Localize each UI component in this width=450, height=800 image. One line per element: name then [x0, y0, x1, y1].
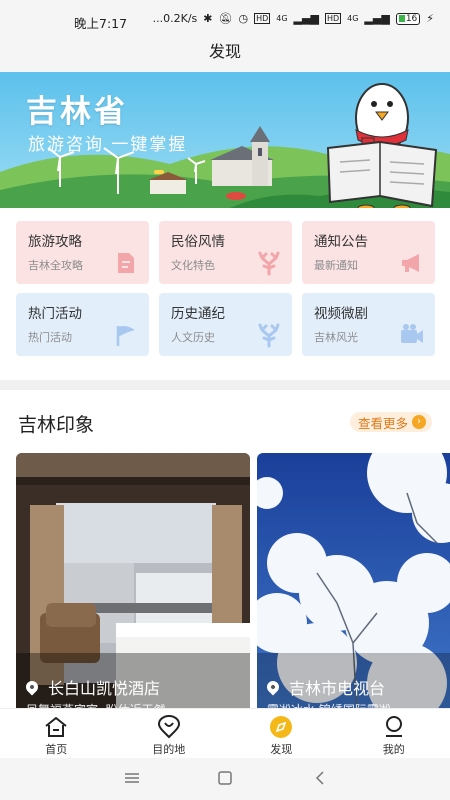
tab-destination[interactable]: 目的地	[113, 709, 226, 758]
impression-card-hotel[interactable]: 长白山凯悦酒店 凤舞福燕宾室, 盼休近天然	[16, 453, 250, 713]
banner-subtitle: 旅游咨询 一键掌握	[28, 135, 188, 155]
document-icon	[118, 253, 134, 273]
signal-bars-icon: ▂▄▆	[293, 12, 319, 25]
signal-bars-icon: ▂▄▆	[364, 12, 390, 25]
rime-frost-photo	[257, 453, 450, 713]
category-title: 热门活动	[28, 306, 82, 322]
tab-label: 我的	[382, 743, 405, 756]
megaphone-icon	[402, 254, 419, 272]
status-icons: ...0.2K/s ✱ 🔕︎ ◷ HD 4G ▂▄▆ HD 4G ▂▄▆ 16 …	[153, 12, 434, 25]
bottom-tab-bar: 首页 目的地 发现 我的	[0, 708, 450, 758]
tab-label: 首页	[45, 743, 68, 756]
impression-name: 长白山凯悦酒店	[23, 675, 160, 699]
hd-badge-2: HD	[324, 13, 342, 24]
impression-name: 吉林市电视台	[264, 675, 385, 699]
category-card-history[interactable]: 历史通纪 人文历史	[159, 293, 292, 356]
category-card-folk-customs[interactable]: 民俗风情 文化特色	[159, 221, 292, 284]
see-more-button[interactable]: 查看更多 ›	[349, 412, 432, 432]
location-pin-icon	[23, 678, 41, 696]
location-icon	[157, 715, 180, 739]
menu-icon[interactable]	[122, 770, 142, 786]
signal-4g-2: 4G	[347, 14, 359, 23]
network-speed: ...0.2K/s	[152, 12, 198, 25]
video-camera-icon	[401, 324, 423, 343]
category-card-notices[interactable]: 通知公告 最新通知	[302, 221, 435, 284]
compass-icon	[270, 716, 293, 738]
alarm-icon: ◷	[238, 12, 249, 25]
see-more-label: 查看更多	[357, 415, 408, 431]
charging-icon: ⚡︎	[426, 12, 434, 25]
battery-icon: 16	[395, 12, 421, 25]
flag-icon	[116, 326, 135, 346]
antler-icon	[258, 251, 280, 276]
profile-icon	[385, 716, 402, 737]
status-time: 晚上7:17	[74, 16, 128, 31]
tab-label: 目的地	[152, 743, 186, 756]
bluetooth-icon: ✱	[203, 12, 213, 25]
section-divider	[0, 380, 450, 390]
category-title: 通知公告	[314, 234, 368, 250]
tab-home[interactable]: 首页	[0, 709, 113, 758]
signal-4g-1: 4G	[276, 14, 288, 23]
antler-icon	[258, 323, 280, 348]
tab-profile[interactable]: 我的	[338, 709, 450, 758]
section-title: 吉林印象	[18, 414, 95, 436]
location-pin-icon	[264, 678, 282, 696]
category-title: 民俗风情	[171, 234, 225, 250]
banner[interactable]: 吉林省 旅游咨询 一键掌握	[0, 72, 450, 208]
category-card-video[interactable]: 视频微剧 吉林风光	[302, 293, 435, 356]
system-nav-bar	[0, 758, 450, 800]
chevron-right-icon: ›	[412, 415, 426, 429]
back-icon[interactable]	[310, 770, 330, 786]
hd-badge-1: HD	[254, 13, 271, 24]
home-icon	[45, 717, 67, 737]
impression-card-tv-station[interactable]: 吉林市电视台 雾凇冰水·锦绣国际雾凇	[257, 453, 450, 713]
category-title: 视频微剧	[314, 306, 368, 322]
page-title: 发现	[0, 38, 450, 72]
tab-discover[interactable]: 发现	[225, 709, 338, 758]
category-title: 旅游攻略	[28, 234, 82, 250]
hotel-room-photo	[16, 453, 250, 713]
status-bar: 晚上7:17 ...0.2K/s ✱ 🔕︎ ◷ HD 4G ▂▄▆ HD 4G …	[0, 0, 450, 38]
category-card-travel-guide[interactable]: 旅游攻略 吉林全攻略	[16, 221, 149, 284]
mute-icon: 🔕︎	[218, 12, 233, 25]
category-card-hot-events[interactable]: 热门活动 热门活动	[16, 293, 149, 356]
category-grid: 旅游攻略 吉林全攻略 民俗风情 文化特色 通知公告 最新通知 热门活动 热门活动…	[16, 221, 436, 365]
category-title: 历史通纪	[171, 306, 225, 322]
home-square-icon[interactable]	[215, 770, 235, 786]
tab-label: 发现	[270, 743, 293, 756]
banner-title: 吉林省	[26, 94, 128, 130]
